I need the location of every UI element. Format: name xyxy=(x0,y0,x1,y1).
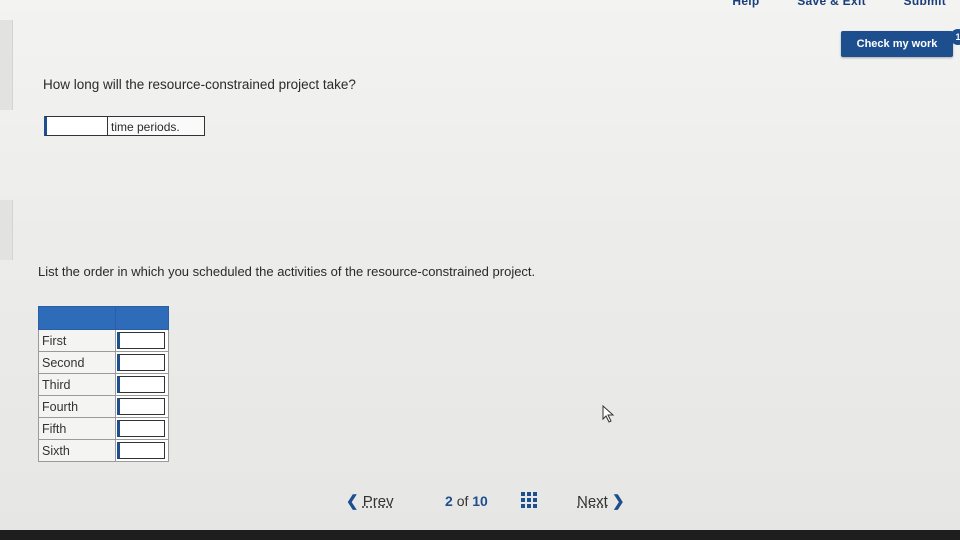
table-header-cell xyxy=(38,306,116,330)
prev-button[interactable]: ❮ Prev xyxy=(346,492,394,510)
chevron-left-icon: ❮ xyxy=(346,493,359,510)
order-input-second[interactable] xyxy=(117,354,165,371)
check-my-work-button[interactable]: Check my work xyxy=(841,31,953,57)
top-links: Help Save & Exit Submit xyxy=(698,0,946,8)
submit-link[interactable]: Submit xyxy=(904,0,946,8)
taskbar-strip xyxy=(0,530,960,540)
next-label: Next xyxy=(577,493,608,510)
order-label: Fifth xyxy=(38,417,116,440)
order-input-fourth[interactable] xyxy=(117,398,165,415)
order-cell xyxy=(115,395,169,418)
order-input-fifth[interactable] xyxy=(117,420,165,437)
order-label: Fourth xyxy=(38,395,116,418)
duration-input[interactable] xyxy=(44,116,108,136)
left-panel-edge xyxy=(0,20,13,110)
order-cell xyxy=(115,439,169,462)
next-button[interactable]: Next ❯ xyxy=(577,492,625,510)
order-cell xyxy=(115,417,169,440)
table-row: Fifth xyxy=(38,417,169,440)
order-label: Second xyxy=(38,351,116,374)
top-bar: Help Save & Exit Submit xyxy=(0,0,960,10)
page-indicator: 2 of 10 xyxy=(445,493,488,509)
table-header-row xyxy=(38,306,169,330)
chevron-right-icon: ❯ xyxy=(612,493,625,510)
order-input-third[interactable] xyxy=(117,376,165,393)
check-count-badge: 1 xyxy=(950,29,960,45)
mouse-pointer-icon xyxy=(602,405,615,423)
total-pages: 10 xyxy=(472,493,488,509)
table-row: Second xyxy=(38,351,169,374)
save-exit-link[interactable]: Save & Exit xyxy=(797,0,866,8)
left-panel-edge xyxy=(0,200,13,260)
order-cell xyxy=(115,351,169,374)
current-page: 2 xyxy=(445,493,453,509)
table-header-cell xyxy=(115,306,169,330)
question-navigation: ❮ Prev 2 of 10 Next ❯ xyxy=(0,488,960,514)
order-cell xyxy=(115,373,169,396)
order-label: Third xyxy=(38,373,116,396)
help-link[interactable]: Help xyxy=(732,0,759,8)
order-cell xyxy=(115,329,169,352)
question-1-prompt: How long will the resource-constrained p… xyxy=(43,77,356,92)
page-of-label: of xyxy=(456,493,469,509)
table-row: First xyxy=(38,329,169,352)
question-1-answer: time periods. xyxy=(44,116,205,138)
unit-label: time periods. xyxy=(108,116,205,136)
table-row: Third xyxy=(38,373,169,396)
grid-icon[interactable] xyxy=(520,491,538,509)
order-input-sixth[interactable] xyxy=(117,442,165,459)
order-input-first[interactable] xyxy=(117,332,165,349)
order-label: Sixth xyxy=(38,439,116,462)
order-label: First xyxy=(38,329,116,352)
table-row: Sixth xyxy=(38,439,169,462)
question-2-prompt: List the order in which you scheduled th… xyxy=(38,264,536,279)
table-row: Fourth xyxy=(38,395,169,418)
prev-label: Prev xyxy=(362,493,394,510)
activity-order-table: First Second Third Fourth Fifth Sixth xyxy=(38,306,169,462)
